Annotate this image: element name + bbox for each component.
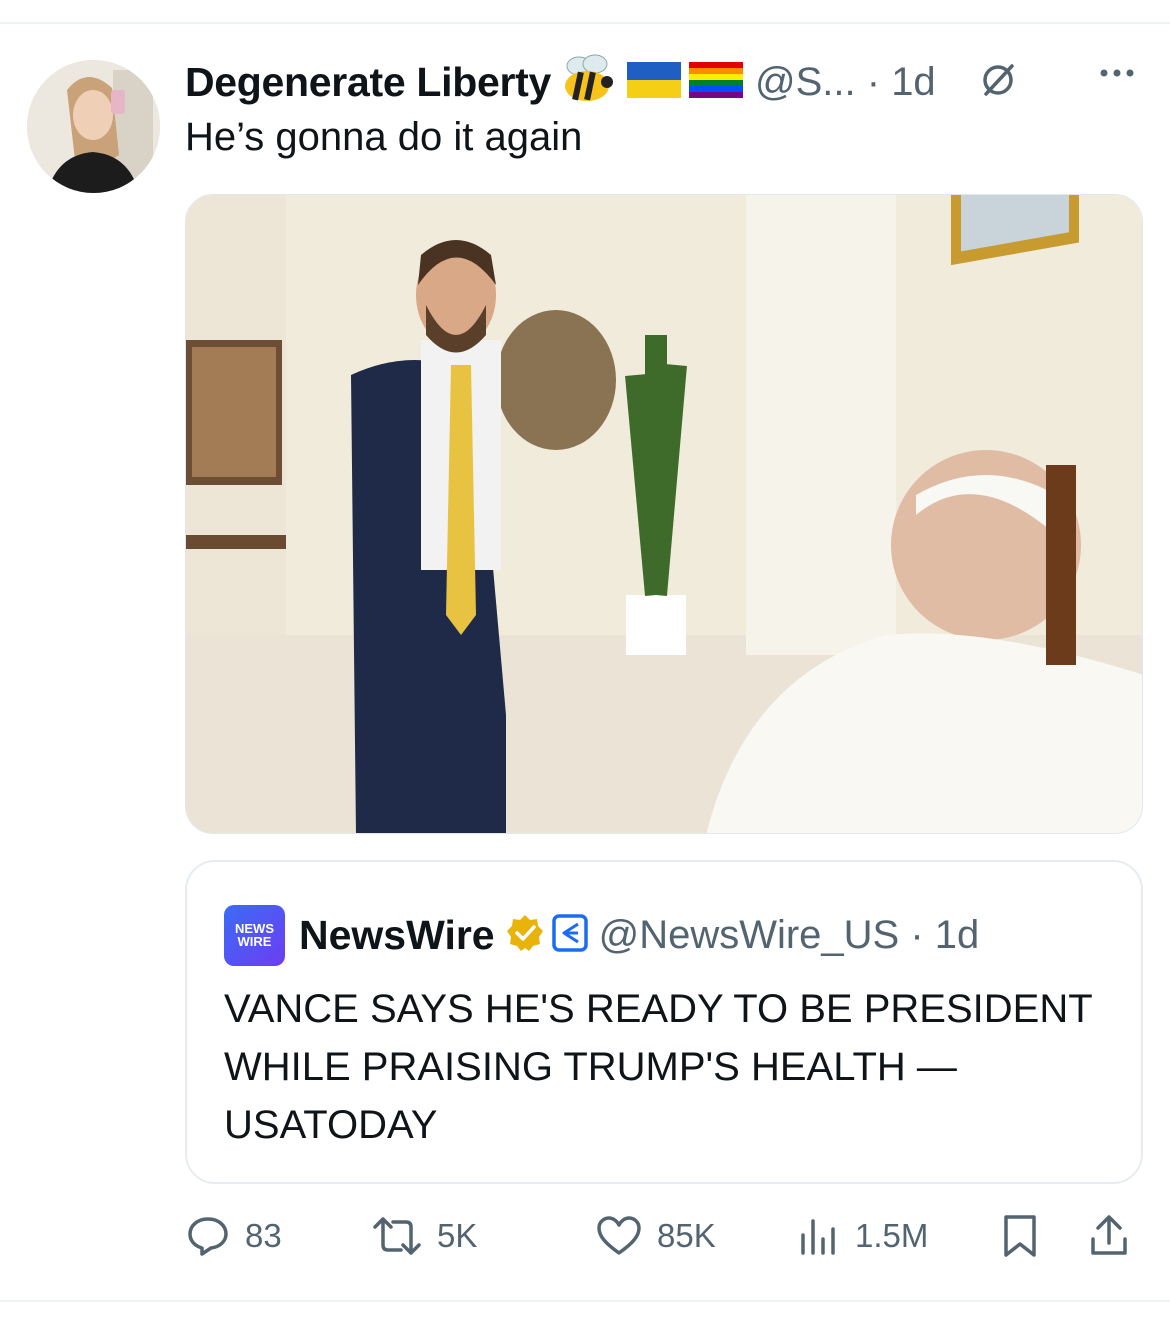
reply-count: 83 [245,1217,282,1254]
avatar-image [27,60,160,193]
rainbow-flag-icon [689,61,744,103]
display-name[interactable]: Degenerate Liberty [185,59,551,106]
repost-count: 5K [437,1217,478,1254]
quoted-tweet-text: VANCE SAYS HE'S READY TO BE PRESIDENT WH… [224,987,1092,1147]
share-icon [1091,1215,1127,1255]
tweet-actions: 83 5K 85K 1.5M [185,1206,1143,1266]
reply-button[interactable]: 83 [185,1206,282,1266]
like-icon [597,1216,641,1255]
quoted-handle-and-time[interactable]: @NewsWire_US · 1d [599,913,980,958]
like-button[interactable]: 85K [595,1206,716,1266]
top-divider [0,22,1170,24]
bottom-divider [0,1300,1170,1302]
quoted-tweet-header: NEWS WIRE NewsWire @NewsWire_US · 1d [224,904,980,966]
views-button[interactable]: 1.5M [797,1206,928,1266]
like-count: 85K [657,1217,716,1254]
tweet-header: Degenerate Liberty @S... · 1d [185,52,1145,112]
handle-and-time[interactable]: @S... · 1d [755,60,936,105]
quoted-tweet[interactable]: NEWS WIRE NewsWire @NewsWire_US · 1d VAN… [185,860,1143,1184]
tweet-media-photo[interactable] [185,194,1143,834]
newswire-avatar[interactable]: NEWS WIRE [224,904,285,966]
repost-icon [373,1217,421,1255]
ukraine-flag-icon [627,61,682,103]
avatar[interactable] [27,60,160,193]
bee-emoji-icon [559,54,619,111]
verified-badge-icon [505,913,545,958]
share-button[interactable] [1087,1206,1145,1266]
reply-icon [188,1217,228,1256]
affiliate-badge-icon [551,913,589,958]
quoted-display-name[interactable]: NewsWire [299,912,495,959]
grok-icon[interactable] [978,60,1018,105]
repost-button[interactable]: 5K [371,1206,477,1266]
bookmark-icon [1004,1215,1036,1257]
tweet-text: He’s gonna do it again [185,115,583,159]
views-icon [801,1219,835,1255]
newswire-logo-line2: WIRE [237,934,272,949]
more-icon[interactable] [1097,66,1137,85]
bookmark-button[interactable] [1000,1206,1054,1266]
photo-image [186,195,1142,833]
views-count: 1.5M [855,1217,929,1254]
